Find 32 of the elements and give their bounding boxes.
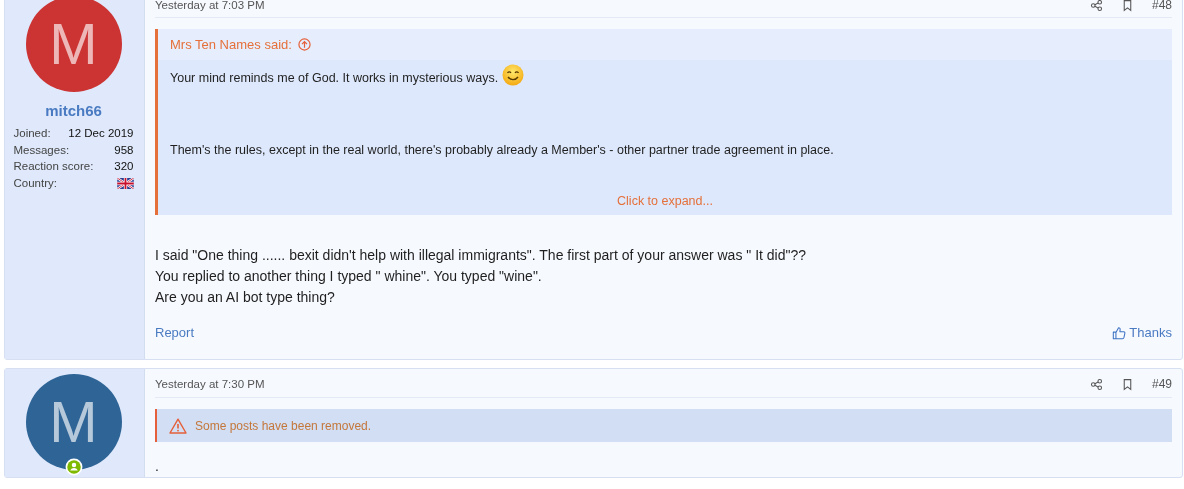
- quote-text: Them's the rules, except in the real world, there's probably already a Member's - other partner trade agreement in place.: [170, 143, 834, 157]
- expand-link[interactable]: Click to expand...: [617, 194, 713, 208]
- stat-label: Country:: [13, 175, 57, 191]
- post-text: .: [155, 457, 160, 476]
- thanks-button[interactable]: Thanks: [1112, 325, 1172, 340]
- share-icon[interactable]: [1089, 0, 1103, 12]
- avatar[interactable]: M: [25, 0, 122, 92]
- post-number-link[interactable]: #48: [1151, 0, 1172, 12]
- stat-label: Joined:: [13, 126, 51, 141]
- stat-label: Reaction score:: [13, 159, 94, 174]
- smiley-icon: [502, 64, 525, 86]
- stat-value: 958: [114, 142, 134, 158]
- post-text: You replied to another thing I typed " whine". You typed "wine".: [155, 267, 543, 286]
- notice-text: Some posts have been removed.: [195, 418, 372, 433]
- stat-value: 12 Dec 2019: [68, 126, 134, 141]
- quote-text: Your mind reminds me of God. It works in mysterious ways.: [170, 71, 499, 85]
- avatar[interactable]: M: [25, 374, 122, 470]
- post-timestamp[interactable]: Yesterday at 7:30 PM: [155, 378, 1072, 390]
- post-number-link[interactable]: #49: [1151, 377, 1172, 391]
- post-text: I said "One thing ...... bexit didn't help with illegal immigrants". The first part of your answer was " It did"??: [155, 246, 808, 265]
- arrow-up-icon[interactable]: [297, 38, 311, 51]
- share-icon[interactable]: [1089, 377, 1103, 391]
- quote-author-link[interactable]: Mrs Ten Names said:: [170, 37, 292, 52]
- post-timestamp[interactable]: Yesterday at 7:03 PM: [155, 0, 1072, 11]
- flag-icon: [116, 177, 134, 189]
- stat-value: 320: [114, 159, 134, 174]
- username-link[interactable]: mitch66: [45, 102, 102, 119]
- stat-label: Messages:: [13, 142, 70, 158]
- report-link[interactable]: Report: [155, 325, 195, 340]
- warning-icon: [169, 417, 187, 434]
- post-text: Are you an AI bot type thing?: [155, 288, 336, 307]
- thumbs-up-icon: [1112, 325, 1127, 340]
